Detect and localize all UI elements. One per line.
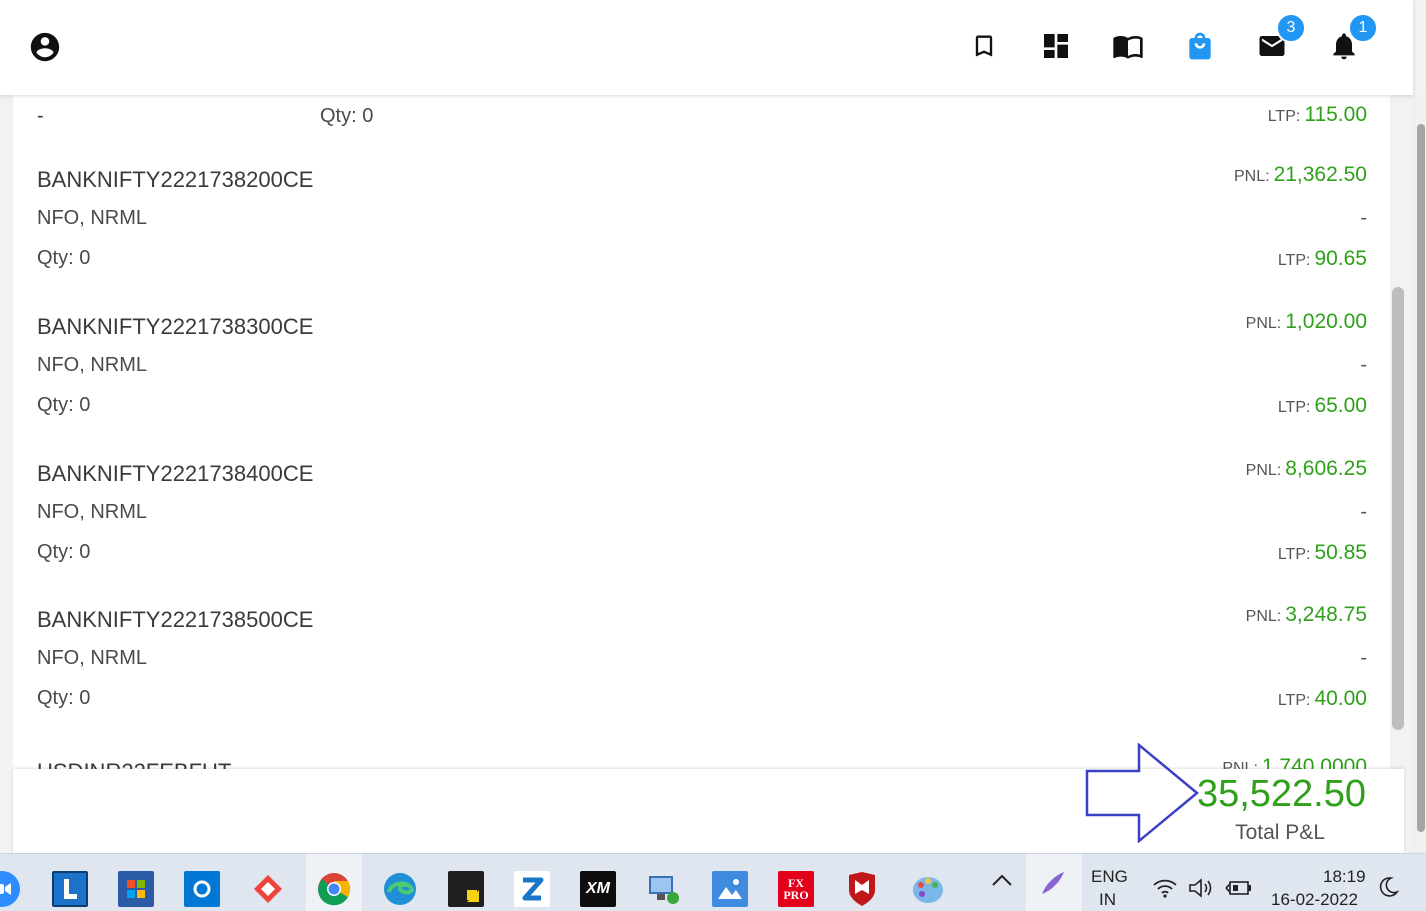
pnl-change-dash: - bbox=[1360, 647, 1367, 669]
position-symbol: BANKNIFTY2221738400CE bbox=[37, 461, 314, 486]
wifi-icon[interactable] bbox=[1152, 878, 1178, 903]
sticky-notes-icon[interactable] bbox=[448, 871, 484, 907]
bookmark-icon[interactable] bbox=[966, 28, 1002, 64]
qty-text: Qty: 0 bbox=[37, 394, 91, 416]
ltp-value: 50.85 bbox=[1314, 541, 1367, 564]
pnl-value: 8,606.25 bbox=[1285, 457, 1367, 480]
position-segment: NFO, NRML bbox=[37, 207, 147, 229]
ltp-label: LTP: bbox=[1277, 252, 1311, 269]
segment-dash: - bbox=[37, 105, 44, 127]
position-segment: NFO, NRML bbox=[37, 501, 147, 523]
total-pnl-value: 35,522.50 bbox=[1196, 773, 1366, 815]
focus-assist-moon-icon[interactable] bbox=[1377, 876, 1400, 903]
zerodha-icon[interactable] bbox=[514, 871, 550, 907]
notifications-icon[interactable]: 1 bbox=[1326, 13, 1378, 64]
qty-text: Qty: 0 bbox=[320, 105, 374, 127]
position-symbol: USDINR22FEBFUT bbox=[37, 759, 231, 769]
dashboard-icon[interactable] bbox=[1038, 28, 1074, 64]
mail-icon[interactable]: 3 bbox=[1254, 13, 1306, 64]
position-symbol: BANKNIFTY2221738300CE bbox=[37, 314, 314, 339]
language-indicator[interactable]: ENG bbox=[1091, 867, 1128, 887]
xm-icon[interactable]: XM bbox=[580, 871, 616, 907]
pnl-field: PNL: 1,020.00 bbox=[1246, 310, 1367, 334]
ltp-value: 65.00 bbox=[1314, 394, 1367, 417]
pnl-field: PNL: 1,740.0000 bbox=[1222, 755, 1367, 769]
ltp-value: 40.00 bbox=[1314, 687, 1367, 710]
pnl-value: 1,020.00 bbox=[1285, 310, 1367, 333]
volume-icon[interactable] bbox=[1188, 877, 1216, 904]
windows-taskbar: XM FX PRO ENG IN 18:19 16-02-2022 bbox=[0, 853, 1426, 911]
microsoft-store-icon[interactable] bbox=[118, 871, 154, 907]
total-pnl-label: Total P&L bbox=[1235, 821, 1325, 844]
notifications-badge: 1 bbox=[1348, 13, 1378, 43]
content-scrollbar-thumb[interactable] bbox=[1392, 287, 1404, 730]
pnl-field: PNL: 8,606.25 bbox=[1246, 457, 1367, 481]
pnl-value: 3,248.75 bbox=[1285, 603, 1367, 626]
pnl-change-dash: - bbox=[1360, 354, 1367, 376]
ltp-field: LTP: 65.00 bbox=[1278, 394, 1367, 418]
region-indicator[interactable]: IN bbox=[1099, 890, 1116, 910]
ltp-value: 115.00 bbox=[1304, 103, 1367, 126]
ltp-label: LTP: bbox=[1277, 399, 1311, 416]
photos-icon[interactable] bbox=[712, 871, 748, 907]
paint-icon[interactable] bbox=[910, 871, 946, 907]
edge-icon[interactable] bbox=[382, 871, 418, 907]
pnl-field: PNL: 21,362.50 bbox=[1234, 163, 1367, 187]
pnl-change-dash: - bbox=[1360, 501, 1367, 523]
ltp-label: LTP: bbox=[1267, 108, 1301, 125]
qty-text: Qty: 0 bbox=[37, 541, 91, 563]
arrow-right-icon bbox=[1085, 743, 1199, 843]
mcafee-icon[interactable] bbox=[844, 871, 880, 907]
qty-text: Qty: 0 bbox=[37, 247, 91, 269]
position-row[interactable]: BANKNIFTY2221738500CE NFO, NRML Qty: 0 PNL:… bbox=[13, 603, 1390, 754]
fxpro-icon[interactable]: FX PRO bbox=[778, 871, 814, 907]
clock-time[interactable]: 18:19 bbox=[1323, 867, 1366, 887]
mail-badge: 3 bbox=[1276, 13, 1306, 43]
position-row[interactable]: BANKNIFTY2221738400CE NFO, NRML Qty: 0 PNL:… bbox=[13, 457, 1390, 608]
ltp-field: LTP: 90.65 bbox=[1278, 247, 1367, 271]
ltp-label: LTP: bbox=[1277, 692, 1311, 709]
ltp-value: 90.65 bbox=[1314, 247, 1367, 270]
position-symbol: BANKNIFTY2221738200CE bbox=[37, 167, 314, 192]
pnl-field: PNL: 3,248.75 bbox=[1246, 603, 1367, 627]
position-row-partial[interactable]: - Qty: 0 LTP: 115.00 bbox=[13, 103, 1390, 145]
top-header: 3 1 bbox=[0, 0, 1413, 95]
cortana-icon[interactable] bbox=[184, 871, 220, 907]
qty-text: Qty: 0 bbox=[37, 687, 91, 709]
zoom-app-icon[interactable] bbox=[0, 871, 20, 907]
pnl-label: PNL: bbox=[1222, 760, 1258, 769]
book-icon[interactable] bbox=[1110, 28, 1146, 64]
chrome-icon[interactable] bbox=[316, 871, 352, 907]
clock-date[interactable]: 16-02-2022 bbox=[1271, 890, 1358, 910]
remote-desktop-icon[interactable] bbox=[646, 871, 682, 907]
battery-charging-icon[interactable] bbox=[1224, 878, 1252, 903]
pnl-value: 21,362.50 bbox=[1273, 163, 1367, 186]
total-pnl-footer: 35,522.50 Total P&L bbox=[13, 743, 1404, 853]
position-segment: NFO, NRML bbox=[37, 647, 147, 669]
l-app-icon[interactable] bbox=[52, 871, 88, 907]
pnl-label: PNL: bbox=[1245, 608, 1282, 625]
pnl-change-dash: - bbox=[1360, 207, 1367, 229]
position-row[interactable]: BANKNIFTY2221738300CE NFO, NRML Qty: 0 PNL:… bbox=[13, 310, 1390, 461]
window-scrollbar-thumb[interactable] bbox=[1417, 124, 1425, 832]
feather-pen-icon[interactable] bbox=[1038, 870, 1066, 903]
ltp-field: LTP: 40.00 bbox=[1278, 687, 1367, 711]
pnl-label: PNL: bbox=[1233, 168, 1270, 185]
ltp-label: LTP: bbox=[1277, 546, 1311, 563]
position-segment: NFO, NRML bbox=[37, 354, 147, 376]
chevron-up-icon[interactable] bbox=[990, 872, 1014, 893]
positions-list: - Qty: 0 LTP: 115.00 BANKNIFTY2221738200C… bbox=[13, 95, 1390, 769]
pnl-value: 1,740.0000 bbox=[1261, 755, 1367, 769]
shopping-bag-icon[interactable] bbox=[1182, 28, 1218, 64]
pnl-label: PNL: bbox=[1245, 462, 1282, 479]
position-row[interactable]: BANKNIFTY2221738200CE NFO, NRML Qty: 0 PNL:… bbox=[13, 163, 1390, 314]
anydesk-icon[interactable] bbox=[250, 871, 286, 907]
ltp-field: LTP: 50.85 bbox=[1278, 541, 1367, 565]
ltp-field: LTP: 115.00 bbox=[1268, 103, 1367, 127]
account-circle-icon[interactable] bbox=[28, 30, 62, 64]
pnl-label: PNL: bbox=[1245, 315, 1282, 332]
position-symbol: BANKNIFTY2221738500CE bbox=[37, 607, 314, 632]
